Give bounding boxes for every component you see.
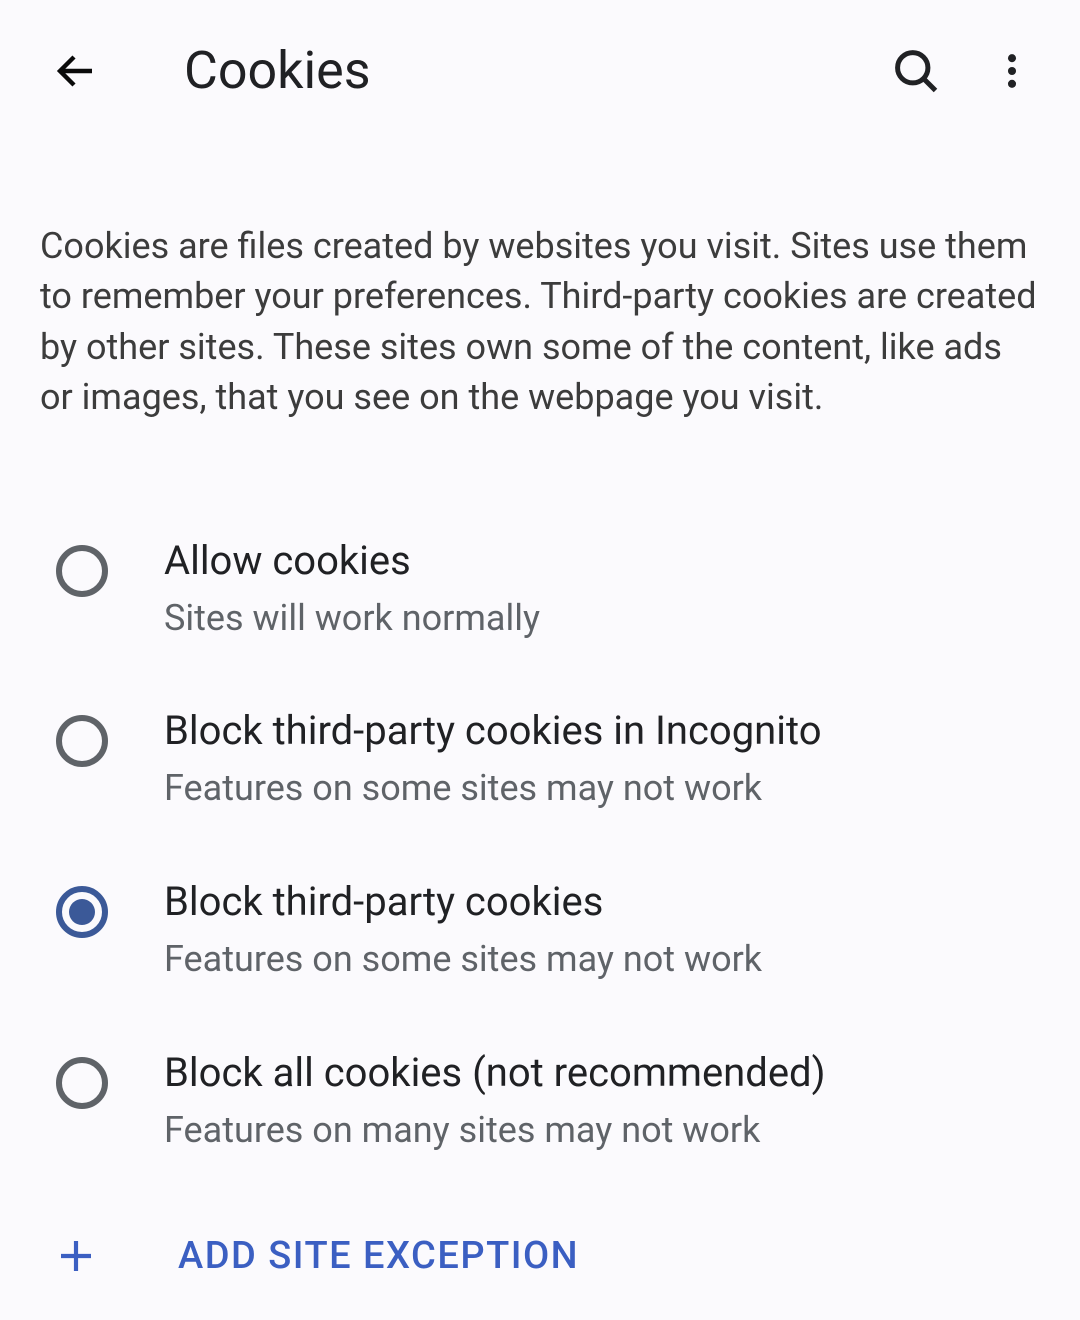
option-subtitle: Features on some sites may not work [164, 936, 1040, 983]
option-text: Allow cookies Sites will work normally [164, 535, 1040, 642]
option-subtitle: Features on some sites may not work [164, 765, 1040, 812]
page-title: Cookies [184, 40, 888, 101]
plus-icon [52, 1232, 100, 1280]
option-title: Block third-party cookies in Incognito [164, 705, 1040, 757]
radio-button[interactable] [56, 1057, 108, 1109]
search-icon [890, 45, 942, 97]
header: Cookies [0, 0, 1080, 141]
add-site-exception-button[interactable]: ADD SITE EXCEPTION [0, 1186, 1080, 1320]
options-list: Allow cookies Sites will work normally B… [0, 463, 1080, 1186]
description-text: Cookies are files created by websites yo… [0, 141, 1080, 463]
option-block-all-cookies[interactable]: Block all cookies (not recommended) Feat… [40, 1015, 1040, 1186]
radio-button[interactable] [56, 886, 108, 938]
option-title: Allow cookies [164, 535, 1040, 587]
option-subtitle: Features on many sites may not work [164, 1107, 1040, 1154]
option-text: Block third-party cookies Features on so… [164, 876, 1040, 983]
option-title: Block all cookies (not recommended) [164, 1047, 1040, 1099]
option-block-third-party-incognito[interactable]: Block third-party cookies in Incognito F… [40, 673, 1040, 844]
option-text: Block third-party cookies in Incognito F… [164, 705, 1040, 812]
back-button[interactable] [48, 43, 104, 99]
option-allow-cookies[interactable]: Allow cookies Sites will work normally [40, 503, 1040, 674]
overflow-menu-button[interactable] [984, 43, 1040, 99]
search-button[interactable] [888, 43, 944, 99]
more-vert-icon [990, 49, 1034, 93]
add-exception-label: ADD SITE EXCEPTION [178, 1234, 579, 1278]
option-text: Block all cookies (not recommended) Feat… [164, 1047, 1040, 1154]
arrow-left-icon [52, 47, 100, 95]
option-title: Block third-party cookies [164, 876, 1040, 928]
radio-button[interactable] [56, 545, 108, 597]
radio-button[interactable] [56, 715, 108, 767]
option-subtitle: Sites will work normally [164, 595, 1040, 642]
header-actions [888, 43, 1040, 99]
option-block-third-party[interactable]: Block third-party cookies Features on so… [40, 844, 1040, 1015]
